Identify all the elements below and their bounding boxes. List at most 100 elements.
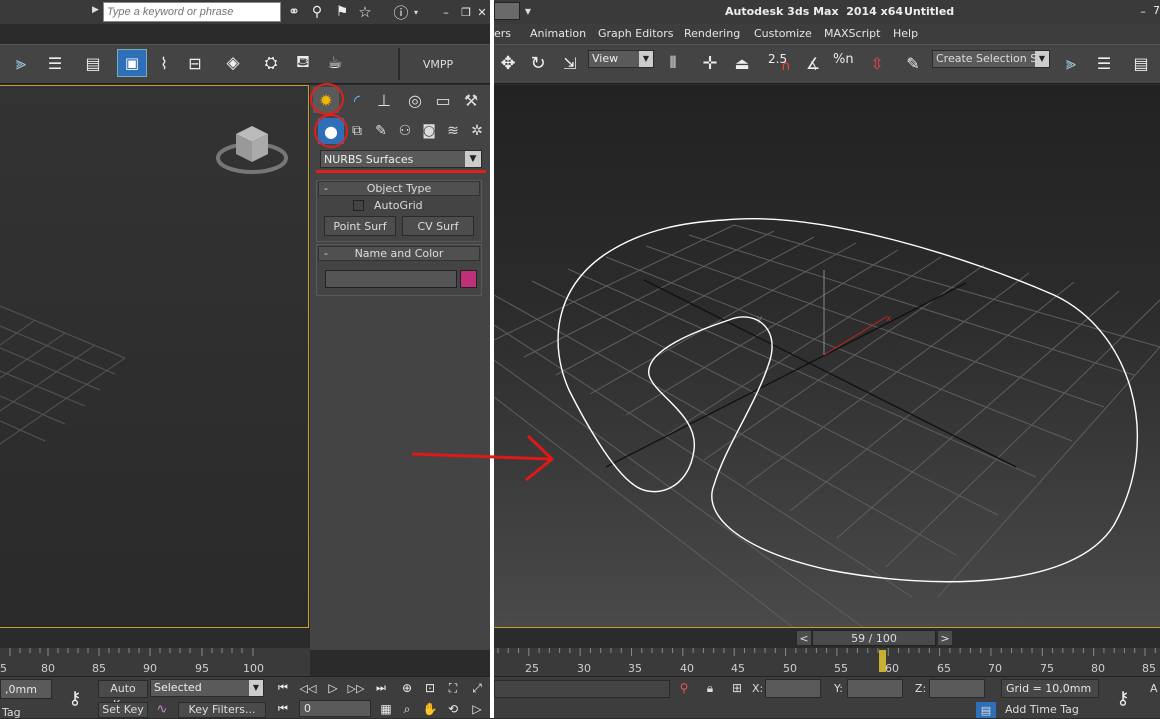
- search-input[interactable]: [103, 2, 281, 22]
- quick-access-arrow-icon[interactable]: ▼: [522, 0, 534, 22]
- help-icon[interactable]: ⓘ: [390, 0, 412, 24]
- play-icon[interactable]: ▷: [322, 678, 344, 698]
- current-frame-field[interactable]: 0: [299, 700, 371, 717]
- previous-frame-button[interactable]: <: [796, 630, 812, 646]
- layer-manager-icon[interactable]: ▤: [80, 50, 106, 76]
- vmpp-label[interactable]: VMPP: [408, 58, 468, 71]
- restore-icon[interactable]: ❐: [456, 0, 476, 24]
- keyboard-shortcut-icon[interactable]: ⏏: [729, 50, 755, 76]
- object-type-header[interactable]: - Object Type: [318, 181, 480, 196]
- utilities-tab-icon[interactable]: ⚒: [458, 87, 484, 113]
- perspective-viewport[interactable]: x y: [494, 85, 1160, 628]
- align-icon[interactable]: ☰: [1091, 50, 1117, 76]
- cameras-icon[interactable]: ⚇: [392, 118, 418, 144]
- pivot-center-icon[interactable]: ⫴: [660, 50, 686, 76]
- right-track-ruler[interactable]: [494, 648, 1160, 676]
- object-name-input[interactable]: [325, 270, 457, 288]
- menu-item-rendering[interactable]: Rendering: [684, 27, 740, 40]
- add-time-tag-button[interactable]: Add Time Tag: [1001, 703, 1101, 718]
- key-icon[interactable]: ⚷: [60, 686, 90, 710]
- object-category-dropdown[interactable]: NURBS Surfaces ▼: [320, 150, 482, 168]
- y-coord-field[interactable]: [847, 679, 903, 698]
- key-filters-button[interactable]: Key Filters...: [178, 702, 266, 718]
- auto-key-button[interactable]: Auto Key: [98, 680, 148, 711]
- search-arrow-icon[interactable]: ▶: [92, 5, 102, 19]
- selected-dropdown[interactable]: Selected ▼: [150, 679, 264, 697]
- cv-surf-button[interactable]: CV Surf: [402, 216, 474, 236]
- lights-icon[interactable]: ✎: [368, 118, 394, 144]
- named-selection-dropdown[interactable]: Create Selection Se ▼: [932, 50, 1050, 68]
- scene-explorer-icon[interactable]: ▣: [117, 49, 147, 77]
- move-icon[interactable]: ✥: [495, 50, 521, 76]
- modify-tab-icon[interactable]: ◜: [344, 87, 370, 113]
- go-to-end-icon[interactable]: ⏭: [370, 678, 392, 698]
- minimize-icon[interactable]: –: [436, 0, 456, 24]
- menu-item-animation[interactable]: Animation: [530, 27, 586, 40]
- zoom-all-icon[interactable]: ⛶: [442, 678, 464, 698]
- render-teapot-icon[interactable]: ☕: [322, 50, 348, 76]
- rotate-icon[interactable]: ↻: [525, 50, 551, 76]
- isolate-icon[interactable]: ⚲: [674, 678, 694, 698]
- schematic-view-icon[interactable]: ⊟: [182, 50, 208, 76]
- set-key-button[interactable]: Set Key: [98, 702, 148, 718]
- shapes-icon[interactable]: ⧉: [344, 118, 370, 144]
- key-icon[interactable]: ⚷: [1108, 686, 1138, 710]
- viewcube-icon[interactable]: [216, 120, 288, 176]
- time-config-icon[interactable]: ▦: [376, 700, 396, 718]
- percent-snap-label[interactable]: %n: [833, 52, 854, 67]
- menu-item-maxscript[interactable]: MAXScript: [824, 27, 880, 40]
- absolute-mode-icon[interactable]: ⊞: [727, 678, 747, 698]
- next-frame-icon[interactable]: ▷▷: [345, 678, 367, 698]
- lock-icon[interactable]: 🔒︎: [700, 678, 720, 698]
- close-icon[interactable]: ✕: [474, 0, 490, 24]
- motion-tab-icon[interactable]: ◎: [402, 87, 428, 113]
- zoom-region-icon[interactable]: ⊡: [419, 678, 441, 698]
- layer-manager-icon[interactable]: ▤: [1128, 50, 1154, 76]
- helpers-icon[interactable]: ◙: [416, 118, 442, 144]
- menu-item-customize[interactable]: Customize: [754, 27, 812, 40]
- menu-item-graph-editors[interactable]: Graph Editors: [598, 27, 674, 40]
- go-to-start-icon[interactable]: ⏮: [272, 678, 294, 698]
- material-editor-icon[interactable]: ◈: [220, 50, 246, 76]
- prompt-line-field[interactable]: [494, 680, 670, 698]
- key-curve-icon[interactable]: ∿: [150, 700, 174, 718]
- scale-icon[interactable]: ⇲: [557, 50, 583, 76]
- binoculars-icon[interactable]: ⚭: [284, 0, 304, 24]
- name-color-header[interactable]: - Name and Color: [318, 246, 480, 261]
- render-setup-icon[interactable]: ⛭: [258, 50, 284, 76]
- star-icon[interactable]: ☆: [355, 0, 375, 24]
- minimize-icon[interactable]: –: [1134, 0, 1152, 22]
- align-icon[interactable]: ☰: [42, 50, 68, 76]
- display-tab-icon[interactable]: ▭: [430, 87, 456, 113]
- z-coord-field[interactable]: [929, 679, 985, 698]
- object-color-swatch[interactable]: [460, 270, 477, 288]
- point-surf-button[interactable]: Point Surf: [324, 216, 396, 236]
- zoom-extents-icon[interactable]: ⊕: [396, 678, 418, 698]
- rendered-frame-icon[interactable]: ⛾: [290, 50, 316, 76]
- search-icon[interactable]: ⌕: [396, 700, 418, 718]
- orbit-icon[interactable]: ⟲: [442, 700, 464, 718]
- next-frame-button[interactable]: >: [937, 630, 953, 646]
- curve-editor-icon[interactable]: ⌇: [151, 50, 177, 76]
- mirror-icon[interactable]: ⫸: [8, 50, 34, 76]
- time-tag-icon[interactable]: ▤: [976, 702, 996, 718]
- angle-snap-icon[interactable]: ∡: [800, 50, 826, 76]
- menu-item-characters[interactable]: ers: [494, 27, 511, 40]
- snap-magnet-icon[interactable]: ∩: [776, 56, 796, 76]
- x-coord-field[interactable]: [765, 679, 821, 698]
- key-mode-icon[interactable]: ⏮: [272, 700, 294, 718]
- unit-field[interactable]: ,0mm: [0, 679, 52, 699]
- autogrid-checkbox[interactable]: [353, 200, 364, 211]
- key-tool-icon[interactable]: ⚲: [307, 0, 327, 24]
- edit-named-selection-icon[interactable]: ✎: [900, 50, 926, 76]
- reference-coordinate-dropdown[interactable]: View ▼: [588, 50, 654, 68]
- time-slider[interactable]: 59 / 100: [812, 630, 936, 646]
- hierarchy-tab-icon[interactable]: ⊥: [371, 87, 397, 113]
- spinner-snap-icon[interactable]: ⇳: [864, 50, 890, 76]
- pin-icon[interactable]: ⚑: [332, 0, 352, 24]
- systems-icon[interactable]: ✲: [464, 118, 490, 144]
- spacewarps-icon[interactable]: ≋: [440, 118, 466, 144]
- fov-icon[interactable]: ▷: [466, 700, 488, 718]
- mirror-icon[interactable]: ⫸: [1058, 50, 1084, 76]
- help-dropdown-icon[interactable]: ▾: [411, 0, 421, 24]
